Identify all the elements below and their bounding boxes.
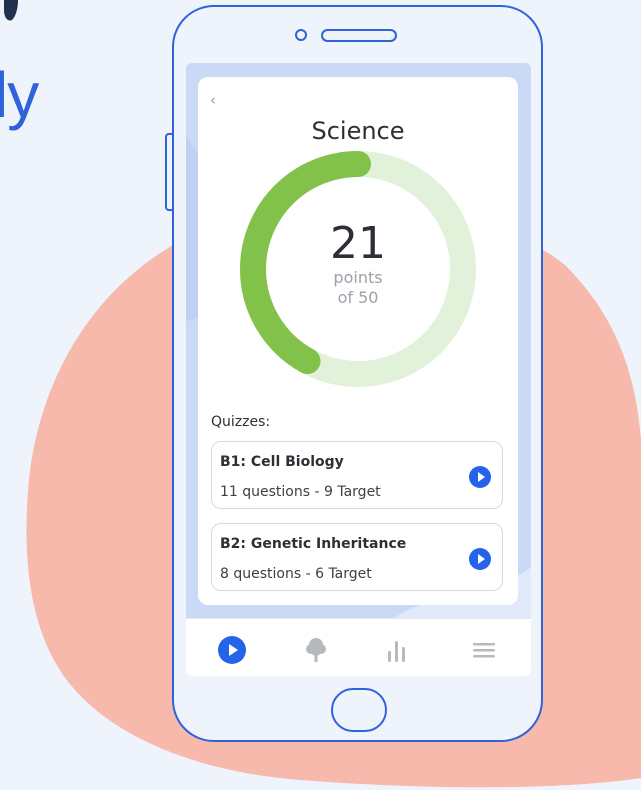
score-value: 21 xyxy=(330,218,386,269)
background-heading-fragment: ly xyxy=(0,59,39,131)
ink-drop-icon xyxy=(4,0,18,21)
play-icon[interactable] xyxy=(469,466,491,488)
nav-stats-tab[interactable] xyxy=(382,635,412,665)
nav-tree-tab[interactable] xyxy=(301,635,331,665)
chevron-left-icon[interactable]: ‹ xyxy=(210,91,216,109)
phone-camera xyxy=(295,29,307,41)
score-total: of 50 xyxy=(337,288,379,307)
quiz-title: B1: Cell Biology xyxy=(220,454,344,470)
phone-speaker xyxy=(321,29,397,42)
app-screen: ‹ Science 21 points of 50 Quizzes: B1: C… xyxy=(186,63,531,676)
quiz-title: B2: Genetic Inheritance xyxy=(220,536,407,552)
score-unit: points xyxy=(333,268,383,287)
bottom-nav xyxy=(186,618,531,676)
nav-menu-tab[interactable] xyxy=(469,635,499,665)
play-icon xyxy=(218,636,246,664)
bar-chart-icon xyxy=(388,641,405,662)
quiz-item-genetic-inheritance[interactable]: B2: Genetic Inheritance 8 questions - 6 … xyxy=(211,523,503,591)
menu-icon xyxy=(473,643,495,658)
page-title: Science xyxy=(311,117,405,145)
subject-card: ‹ Science 21 points of 50 Quizzes: B1: C… xyxy=(198,77,518,605)
quiz-details: 11 questions - 9 Target xyxy=(220,484,381,500)
nav-play-tab[interactable] xyxy=(217,635,247,665)
play-icon[interactable] xyxy=(469,548,491,570)
quiz-details: 8 questions - 6 Target xyxy=(220,566,372,582)
quizzes-heading: Quizzes: xyxy=(211,414,271,430)
tree-icon xyxy=(306,638,326,662)
score-display: 21 points of 50 xyxy=(198,220,518,308)
quiz-item-cell-biology[interactable]: B1: Cell Biology 11 questions - 9 Target xyxy=(211,441,503,509)
phone-home-button xyxy=(331,688,387,732)
